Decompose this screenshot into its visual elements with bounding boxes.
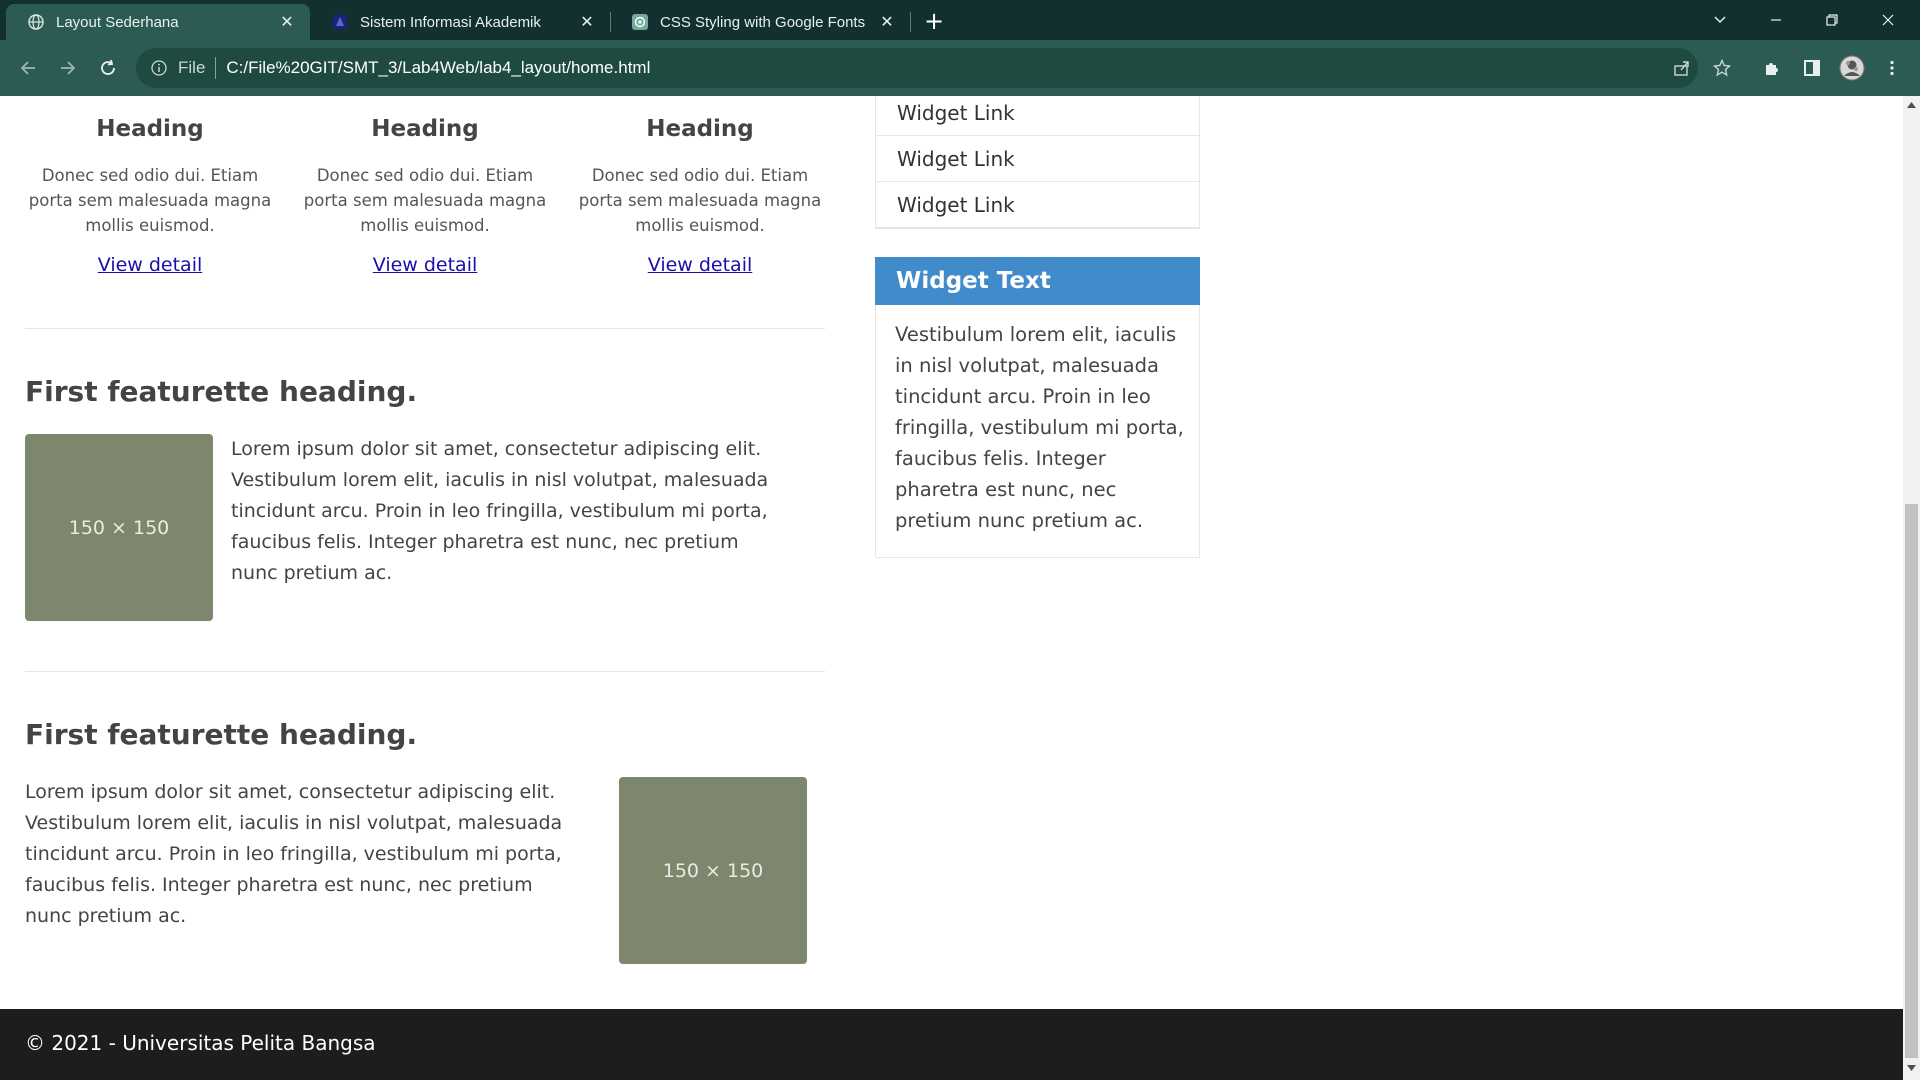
featurette-heading: First featurette heading. <box>25 375 418 408</box>
scrollbar-thumb[interactable] <box>1905 504 1918 1058</box>
reload-button[interactable] <box>92 52 124 84</box>
view-detail-link[interactable]: View detail <box>25 254 275 276</box>
url-scheme: File <box>178 58 206 77</box>
tab-label: Layout Sederhana <box>56 13 179 31</box>
footer-copyright: © 2021 - Universitas Pelita Bangsa <box>25 1031 376 1055</box>
back-button[interactable] <box>12 52 44 84</box>
close-icon[interactable]: ✕ <box>276 11 298 33</box>
openai-icon <box>632 14 648 30</box>
column-heading: Heading <box>371 116 479 142</box>
tab-css-styling[interactable]: CSS Styling with Google Fonts ✕ <box>610 4 910 40</box>
widget-title: Widget Text <box>875 257 1200 305</box>
url-text[interactable]: C:/File%20GIT/SMT_3/Lab4Web/lab4_layout/… <box>226 58 650 78</box>
bookmark-star-icon[interactable] <box>1706 52 1738 84</box>
restore-button[interactable] <box>1804 0 1860 40</box>
column-text: Donec sed odio dui. Etiam porta sem male… <box>28 166 272 235</box>
view-detail-link[interactable]: View detail <box>575 254 825 276</box>
site-favicon <box>332 14 348 30</box>
column-text: Donec sed odio dui. Etiam porta sem male… <box>303 166 547 235</box>
widget-link-list: Widget Link Widget Link Widget Link <box>875 96 1200 229</box>
view-detail-link[interactable]: View detail <box>300 254 550 276</box>
url-divider <box>215 57 217 79</box>
globe-icon <box>28 14 44 30</box>
widget-body: Vestibulum lorem elit, iaculis in nisl v… <box>875 305 1200 558</box>
menu-kebab-icon[interactable] <box>1876 52 1908 84</box>
close-window-button[interactable] <box>1860 0 1916 40</box>
placeholder-label: 150 × 150 <box>662 859 764 882</box>
extensions-puzzle-icon[interactable] <box>1756 52 1788 84</box>
close-icon[interactable]: ✕ <box>876 11 898 33</box>
forward-button[interactable] <box>52 52 84 84</box>
column-heading: Heading <box>646 116 754 142</box>
close-icon[interactable]: ✕ <box>576 11 598 33</box>
widget-text: Vestibulum lorem elit, iaculis in nisl v… <box>895 323 1184 532</box>
featurette-image-placeholder: 150 × 150 <box>619 777 807 964</box>
featurette-image-placeholder: 150 × 150 <box>25 434 213 621</box>
widget-link[interactable]: Widget Link <box>876 182 1199 228</box>
tab-divider <box>910 12 911 32</box>
tab-strip: Layout Sederhana ✕ Sistem Informasi Akad… <box>0 0 1920 40</box>
minimize-button[interactable] <box>1748 0 1804 40</box>
share-icon[interactable] <box>1666 52 1698 84</box>
page-viewport: Heading Donec sed odio dui. Etiam porta … <box>0 96 1903 1080</box>
scroll-up-arrow-icon[interactable] <box>1906 100 1917 111</box>
new-tab-button[interactable]: + <box>920 7 948 35</box>
featurette-text: Lorem ipsum dolor sit amet, consectetur … <box>231 438 769 584</box>
divider <box>25 328 825 329</box>
placeholder-label: 150 × 150 <box>68 516 170 539</box>
featurette-heading: First featurette heading. <box>25 718 418 751</box>
side-panel-icon[interactable] <box>1796 52 1828 84</box>
tab-sistem-informasi-akademik[interactable]: Sistem Informasi Akademik ✕ <box>310 4 610 40</box>
divider <box>25 671 825 672</box>
featurette-text: Lorem ipsum dolor sit amet, consectetur … <box>25 781 563 927</box>
widget-link[interactable]: Widget Link <box>876 136 1199 182</box>
profile-avatar[interactable] <box>1836 52 1868 84</box>
tab-search-icon[interactable] <box>1692 0 1748 40</box>
tab-layout-sederhana[interactable]: Layout Sederhana ✕ <box>6 4 310 40</box>
tab-label: CSS Styling with Google Fonts <box>660 13 866 31</box>
info-icon[interactable] <box>150 59 168 77</box>
footer: © 2021 - Universitas Pelita Bangsa <box>0 1009 1903 1080</box>
widget-link[interactable]: Widget Link <box>876 96 1199 136</box>
tab-label: Sistem Informasi Akademik <box>360 13 541 31</box>
scroll-down-arrow-icon[interactable] <box>1906 1062 1917 1073</box>
column-heading: Heading <box>96 116 204 142</box>
column-text: Donec sed odio dui. Etiam porta sem male… <box>578 166 822 235</box>
browser-toolbar: File C:/File%20GIT/SMT_3/Lab4Web/lab4_la… <box>0 40 1920 96</box>
address-bar[interactable]: File C:/File%20GIT/SMT_3/Lab4Web/lab4_la… <box>136 48 1698 88</box>
